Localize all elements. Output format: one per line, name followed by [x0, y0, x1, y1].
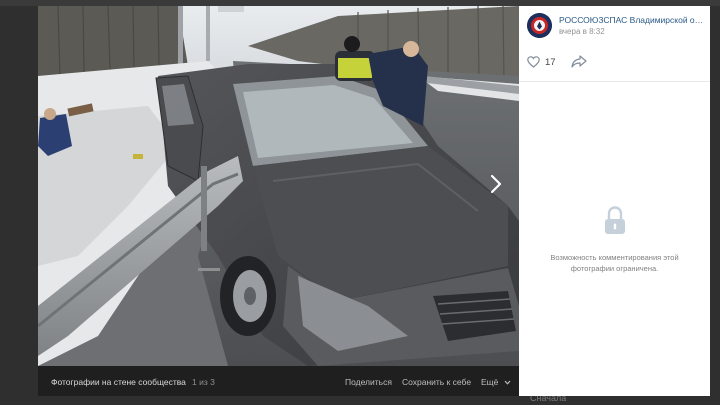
side-panel: РОССОЮЗСПАС Владимирской об... вчера в 8…: [519, 6, 710, 396]
like-count: 17: [545, 56, 556, 68]
like-button[interactable]: 17: [527, 55, 556, 69]
next-photo-icon[interactable]: [484, 172, 508, 196]
save-photo-button[interactable]: Сохранить к себе: [402, 377, 471, 387]
heart-icon: [527, 56, 540, 68]
panel-divider: [519, 81, 710, 82]
lock-icon: [605, 206, 625, 234]
comments-restricted-notice: Возможность комментирования этой фотогра…: [550, 253, 679, 273]
post-author-link[interactable]: РОССОЮЗСПАС Владимирской об...: [559, 15, 704, 25]
post-time[interactable]: вчера в 8:32: [559, 27, 605, 36]
viewer-bottom-bar: Фотографии на стене сообщества 1 из 3 По…: [38, 366, 519, 396]
share-icon[interactable]: [571, 55, 587, 68]
chevron-down-icon: [504, 380, 511, 385]
album-title-link[interactable]: Фотографии на стене сообщества: [51, 377, 186, 387]
more-menu-button[interactable]: Ещё: [481, 377, 511, 387]
community-logo-icon: [527, 13, 552, 38]
photo[interactable]: [38, 6, 519, 366]
photo-counter: 1 из 3: [192, 377, 215, 387]
photo-viewer: Фотографии на стене сообщества 1 из 3 По…: [38, 6, 710, 396]
photo-image: [38, 6, 519, 366]
share-photo-button[interactable]: Поделиться: [345, 377, 392, 387]
more-label: Ещё: [481, 377, 499, 387]
community-avatar[interactable]: [527, 13, 552, 38]
